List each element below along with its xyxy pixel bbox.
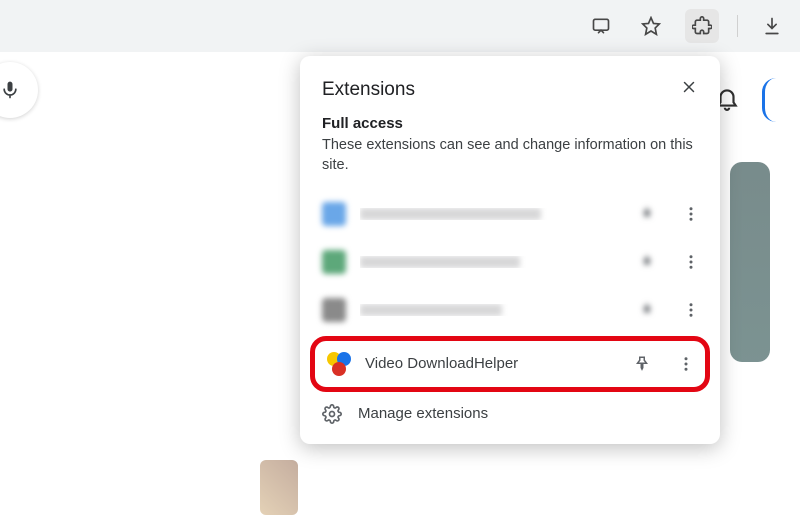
star-icon[interactable] — [635, 10, 667, 42]
extension-name — [360, 304, 618, 316]
extension-icon — [322, 202, 346, 226]
manage-extensions-link[interactable]: Manage extensions — [300, 394, 720, 438]
avatar[interactable] — [762, 78, 776, 122]
mic-icon — [0, 80, 20, 100]
more-icon[interactable] — [671, 349, 701, 379]
extension-name — [360, 208, 618, 220]
close-icon — [680, 78, 698, 96]
close-button[interactable] — [680, 78, 698, 101]
extension-row[interactable] — [300, 238, 720, 286]
extension-name: Video DownloadHelper — [365, 355, 613, 372]
extensions-popup: Extensions Full access These extensions … — [300, 56, 720, 444]
pin-icon[interactable] — [627, 349, 657, 379]
video-downloadhelper-icon — [327, 352, 351, 376]
browser-toolbar — [0, 0, 800, 52]
toolbar-separator — [737, 15, 738, 37]
pin-icon[interactable] — [632, 247, 662, 277]
more-icon[interactable] — [676, 247, 706, 277]
extension-name — [360, 256, 618, 268]
manage-extensions-label: Manage extensions — [358, 405, 488, 422]
section-description: These extensions can see and change info… — [300, 132, 720, 190]
extensions-icon[interactable] — [685, 9, 719, 43]
pin-icon[interactable] — [632, 199, 662, 229]
more-icon[interactable] — [676, 295, 706, 325]
pin-icon[interactable] — [632, 295, 662, 325]
background-thumbnail — [730, 162, 770, 362]
extension-row[interactable] — [300, 286, 720, 334]
cast-icon[interactable] — [585, 10, 617, 42]
extension-icon — [322, 298, 346, 322]
extensions-list: Video DownloadHelper — [300, 190, 720, 392]
popup-title: Extensions — [322, 79, 415, 101]
background-thumbnail — [260, 460, 298, 515]
gear-icon — [322, 404, 342, 424]
extension-row[interactable] — [300, 190, 720, 238]
section-heading: Full access — [300, 115, 720, 132]
page-header-icons — [714, 78, 776, 122]
extension-row-video-downloadhelper[interactable]: Video DownloadHelper — [310, 336, 710, 392]
more-icon[interactable] — [676, 199, 706, 229]
extension-icon — [322, 250, 346, 274]
download-icon[interactable] — [756, 10, 788, 42]
